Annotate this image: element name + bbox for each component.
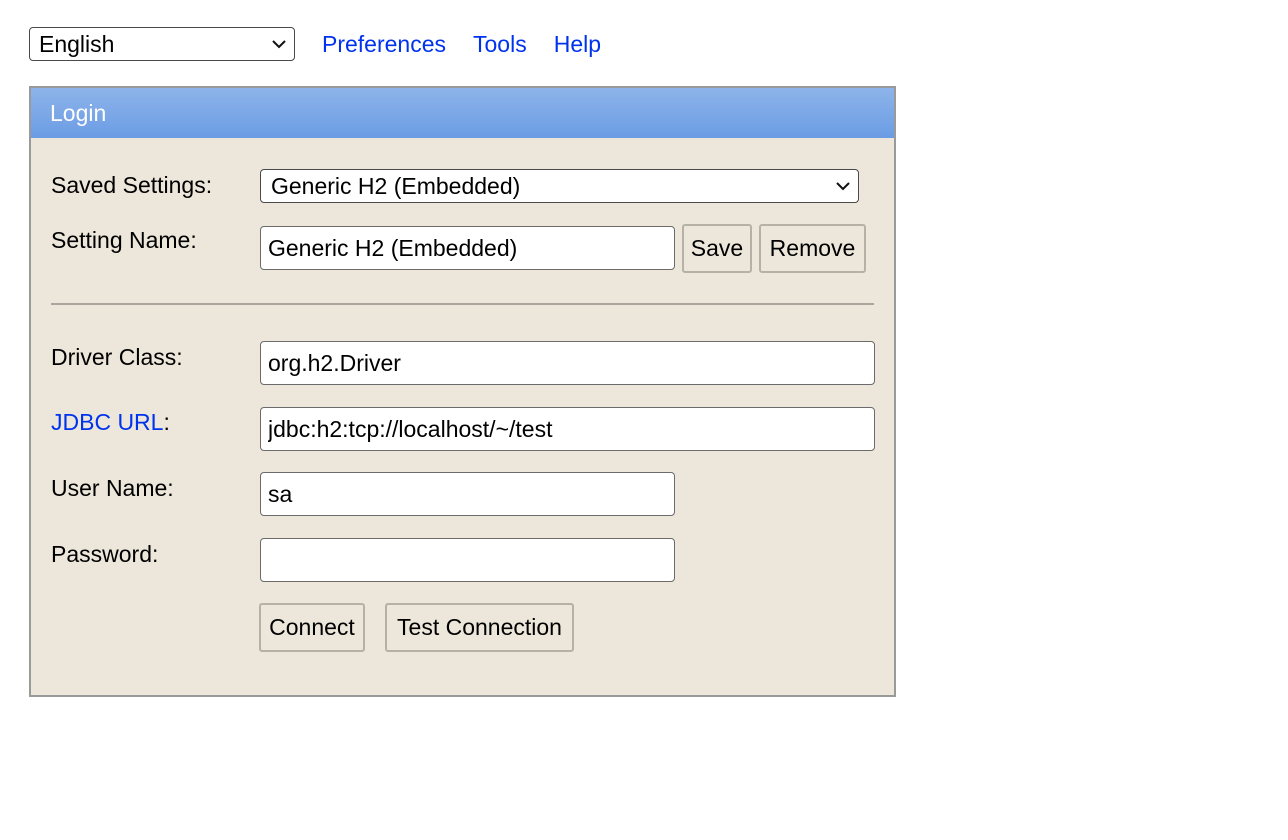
password-label: Password: — [51, 541, 159, 567]
password-input[interactable] — [260, 538, 675, 582]
help-link[interactable]: Help — [554, 31, 601, 58]
saved-settings-label: Saved Settings: — [51, 172, 213, 198]
divider — [51, 303, 874, 305]
language-select-value: English — [39, 31, 115, 57]
login-title: Login — [31, 88, 894, 138]
setting-name-label: Setting Name: — [51, 227, 197, 253]
preferences-link[interactable]: Preferences — [322, 31, 446, 58]
jdbc-url-label: JDBC URL: — [51, 409, 170, 436]
saved-settings-value: Generic H2 (Embedded) — [271, 173, 521, 199]
chevron-down-icon — [272, 40, 286, 49]
jdbc-url-colon: : — [163, 409, 170, 435]
login-panel: Login Saved Settings: Generic H2 (Embedd… — [29, 86, 896, 697]
test-connection-button[interactable]: Test Connection — [385, 603, 574, 652]
language-select[interactable]: English — [29, 27, 295, 61]
user-name-label: User Name: — [51, 475, 174, 501]
jdbc-url-input[interactable] — [260, 407, 875, 451]
chevron-down-icon — [836, 182, 850, 191]
saved-settings-select[interactable]: Generic H2 (Embedded) — [260, 169, 859, 203]
save-button[interactable]: Save — [682, 224, 752, 273]
jdbc-url-link[interactable]: JDBC URL — [51, 409, 163, 435]
top-bar: English Preferences Tools Help — [29, 27, 601, 61]
driver-class-input[interactable] — [260, 341, 875, 385]
tools-link[interactable]: Tools — [473, 31, 527, 58]
connect-button[interactable]: Connect — [259, 603, 365, 652]
remove-button[interactable]: Remove — [759, 224, 866, 273]
driver-class-label: Driver Class: — [51, 344, 183, 370]
setting-name-input[interactable] — [260, 226, 675, 270]
user-name-input[interactable] — [260, 472, 675, 516]
